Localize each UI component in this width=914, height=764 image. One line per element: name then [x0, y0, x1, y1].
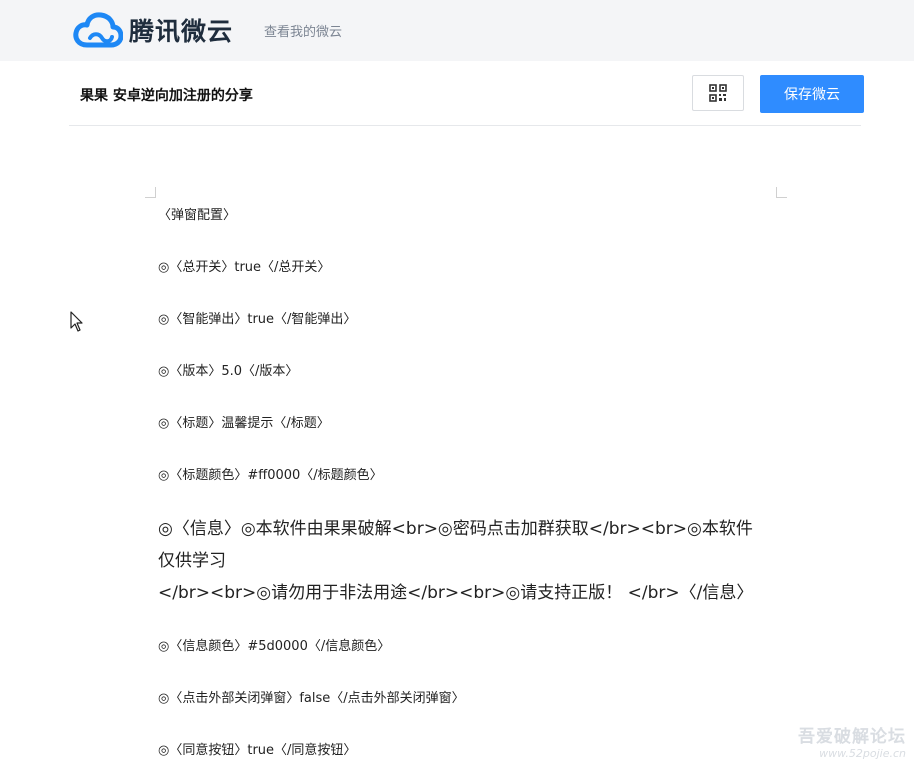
weiyun-logo[interactable]: 腾讯微云 — [73, 10, 233, 50]
document-line: ◎〈信息〉◎本软件由果果破解<br>◎密码点击加群获取</br><br>◎本软件… — [158, 519, 753, 571]
top-header: 腾讯微云 查看我的微云 — [0, 0, 914, 61]
document-line: ◎〈总开关〉true〈/总开关〉 — [158, 260, 331, 275]
share-title-bar: 果果 安卓逆向加注册的分享 保存微云 — [69, 61, 864, 126]
document-line: ◎〈点击外部关闭弹窗〉false〈/点击外部关闭弹窗〉 — [158, 691, 465, 706]
save-to-weiyun-button[interactable]: 保存微云 — [760, 75, 864, 113]
view-my-weiyun-link[interactable]: 查看我的微云 — [264, 21, 342, 40]
logo-text: 腾讯微云 — [129, 17, 234, 46]
document-line: ◎〈同意按钮〉true〈/同意按钮〉 — [158, 743, 357, 758]
share-title: 果果 安卓逆向加注册的分享 — [80, 88, 253, 104]
document-line: ◎〈标题〉温馨提示〈/标题〉 — [158, 416, 330, 431]
cloud-logo-icon — [73, 12, 123, 48]
qr-code-icon — [709, 84, 727, 102]
document-line: ◎〈标题颜色〉#ff0000〈/标题颜色〉 — [158, 468, 383, 483]
document-line: ◎〈版本〉5.0〈/版本〉 — [158, 364, 299, 379]
watermark: 吾爱破解论坛 www.52pojie.cn — [798, 722, 906, 760]
watermark-title: 吾爱破解论坛 — [798, 727, 906, 747]
document-line: ◎〈信息颜色〉#5d0000〈/信息颜色〉 — [158, 639, 391, 654]
document-content: 〈弹窗配置〉 ◎〈总开关〉true〈/总开关〉 ◎〈智能弹出〉true〈/智能弹… — [158, 205, 758, 762]
qr-code-button[interactable] — [692, 75, 744, 111]
document-corner-mark — [145, 187, 156, 198]
document-corner-mark — [776, 187, 787, 198]
document-line: ◎〈智能弹出〉true〈/智能弹出〉 — [158, 312, 357, 327]
mouse-pointer-icon — [70, 311, 83, 332]
watermark-url: www.52pojie.cn — [819, 747, 906, 760]
document-line: 〈弹窗配置〉 — [158, 208, 237, 223]
document-line: </br><br>◎请勿用于非法用途</br><br>◎请支持正版！ </br>… — [158, 583, 754, 603]
